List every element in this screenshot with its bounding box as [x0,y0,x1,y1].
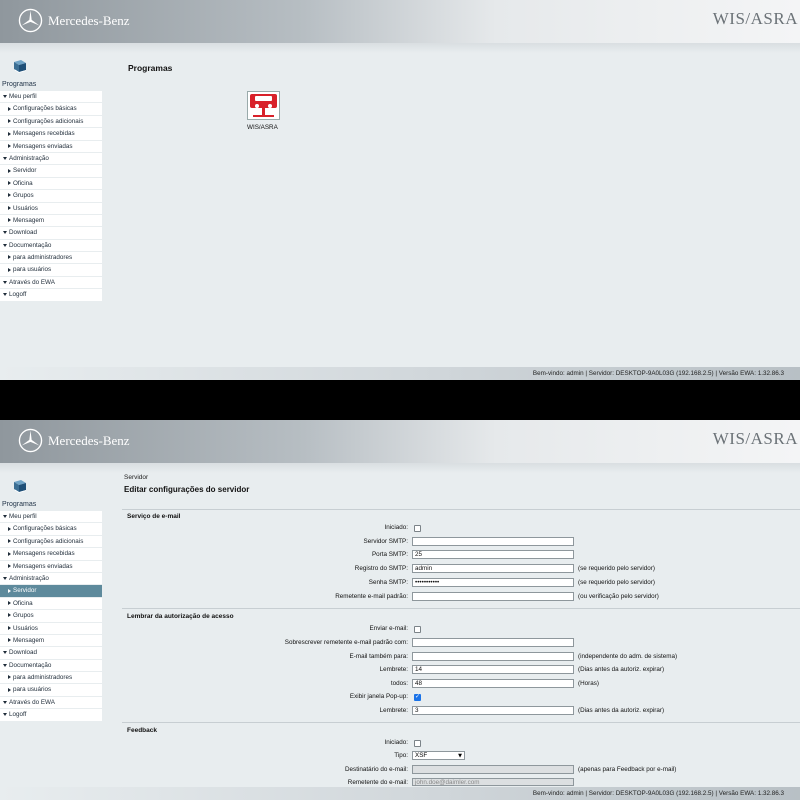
label-feedback-sender: Remetente do e-mail: [347,779,408,786]
email-started-checkbox[interactable] [414,525,421,532]
divider [122,608,800,609]
label-overwrite-sender: Sobrescrever remetente e-mail padrão com… [284,639,408,646]
label-send-email: Enviar e-mail: [369,625,409,632]
reminder-days-input[interactable]: 14 [412,665,574,674]
smtp-login-hint: (se requerido pelo servidor) [578,565,655,572]
reminder-days-hint: (Dias antes da autoriz. expirar) [578,666,665,673]
label-popup: Exibir janela Pop-up: [349,693,408,700]
smtp-password-hint: (se requerido pelo servidor) [578,579,655,586]
label-reminder: Lembrete: [379,666,408,673]
label-default-sender: Remetente e-mail padrão: [335,593,408,600]
feedback-started-checkbox[interactable] [414,740,421,747]
email-also-hint: (independente do adm. de sistema) [578,653,678,660]
label-type: Tipo: [394,752,408,759]
default-sender-input[interactable] [412,592,574,601]
label-smtp-server: Servidor SMTP: [363,538,408,545]
label-reminder-popup: Lembrete: [379,707,408,714]
feedback-type-value: XSF [415,752,428,759]
smtp-port-input[interactable]: 25 [412,550,574,559]
email-also-input[interactable] [412,652,574,661]
section-heading-reminder: Lembrar da autorização de acesso [127,613,234,620]
label-smtp-password: Senha SMTP: [368,579,408,586]
label-every: todos: [390,680,408,687]
smtp-password-input[interactable]: ••••••••••• [412,578,574,587]
feedback-sender-input[interactable]: john.doe@daimler.com [412,778,574,786]
every-hours-input[interactable]: 48 [412,679,574,688]
popup-reminder-input[interactable]: 3 [412,706,574,715]
server-form: Servidor Editar configurações do servido… [0,0,800,787]
default-sender-hint: (ou verificação pelo servidor) [578,593,659,600]
smtp-server-input[interactable] [412,537,574,546]
feedback-type-select[interactable]: XSF ▼ [412,751,465,760]
feedback-recipient-input[interactable] [412,765,574,774]
divider [122,509,800,510]
overwrite-sender-input[interactable] [412,638,574,647]
label-recipient: Destinatário do e-mail: [345,766,408,773]
chevron-down-icon: ▼ [458,753,462,759]
label-smtp-login: Registro do SMTP: [354,565,408,572]
label-email-also: E-mail também para: [349,653,408,660]
status-bar: Bem-vindo: admin | Servidor: DESKTOP-9A0… [0,787,800,800]
every-hours-hint: (Horas) [578,680,599,687]
smtp-login-input[interactable]: admin [412,564,574,573]
label-started: Iniciado: [384,524,408,531]
send-email-checkbox[interactable] [414,626,421,633]
popup-checkbox[interactable] [414,693,421,701]
label-feedback-started: Iniciado: [384,739,408,746]
feedback-recipient-hint: (apenas para Feedback por e-mail) [578,766,677,773]
divider [122,722,800,723]
label-smtp-port: Porta SMTP: [371,551,408,558]
section-heading-email: Serviço de e-mail [127,513,181,520]
status-text: Bem-vindo: admin | Servidor: DESKTOP-9A0… [532,790,784,797]
page-title: Editar configurações do servidor [124,485,250,494]
breadcrumb: Servidor [124,474,149,481]
popup-reminder-hint: (Dias antes da autoriz. expirar) [578,707,665,714]
section-heading-feedback: Feedback [127,727,157,734]
